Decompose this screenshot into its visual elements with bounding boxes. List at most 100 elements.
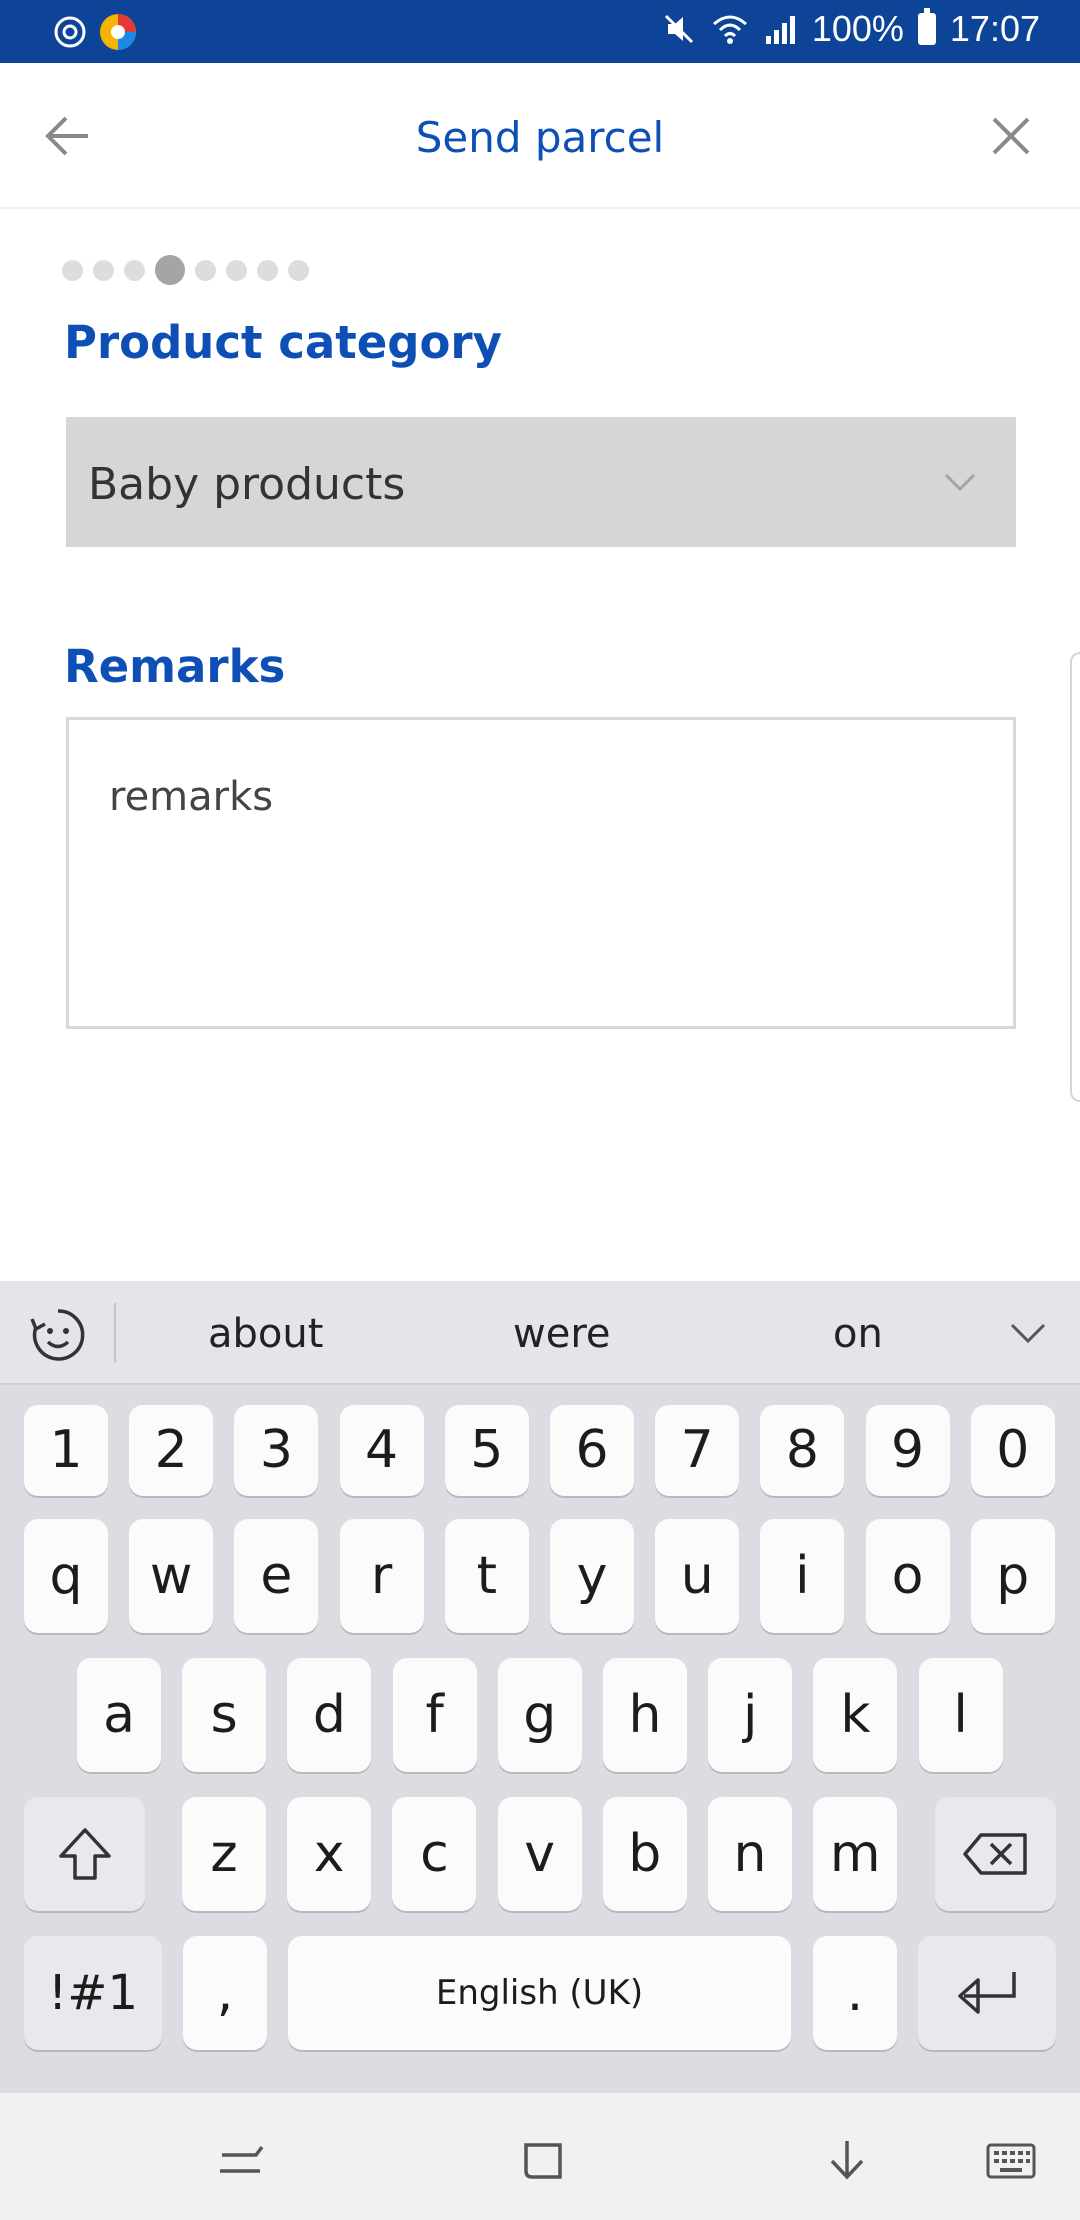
key-o[interactable]: o — [865, 1519, 950, 1633]
space-key[interactable]: English (UK) — [288, 1936, 791, 2050]
recent-apps-icon[interactable] — [216, 2135, 266, 2185]
space-key-label: English (UK) — [435, 1973, 644, 2013]
step-dot — [93, 259, 114, 281]
category-label: Product category — [64, 316, 502, 369]
key-b-label: b — [628, 1824, 662, 1884]
key-4-label: 4 — [365, 1420, 399, 1480]
step-dot — [226, 259, 247, 281]
key-2-label: 2 — [154, 1420, 188, 1480]
step-dot — [288, 259, 309, 281]
key-d[interactable]: d — [287, 1658, 372, 1772]
key-p-label: p — [996, 1546, 1030, 1606]
suggestion-2[interactable]: were — [513, 1311, 611, 1357]
suggestion-bar: about were on — [0, 1281, 1080, 1385]
remarks-field[interactable]: remarks — [66, 717, 1016, 1029]
key-5-label: 5 — [470, 1420, 504, 1480]
edge-panel-handle[interactable] — [1070, 652, 1080, 1102]
step-progress — [62, 255, 309, 285]
period-key[interactable]: . — [813, 1936, 897, 2050]
key-n[interactable]: n — [708, 1797, 792, 1911]
comma-key[interactable]: , — [183, 1936, 267, 2050]
status-right: 100% 17:07 — [662, 8, 1040, 50]
key-4[interactable]: 4 — [339, 1405, 424, 1496]
key-7[interactable]: 7 — [655, 1405, 740, 1496]
key-x[interactable]: x — [287, 1797, 372, 1911]
suggestion-divider — [114, 1303, 116, 1363]
enter-key[interactable] — [918, 1936, 1056, 2050]
key-h[interactable]: h — [603, 1658, 687, 1772]
signal-icon — [765, 16, 795, 44]
key-a[interactable]: a — [77, 1658, 161, 1772]
status-bar: 100% 17:07 — [0, 0, 1080, 63]
key-b[interactable]: b — [602, 1797, 687, 1911]
category-select[interactable]: Baby products — [66, 417, 1016, 547]
key-r[interactable]: r — [339, 1519, 424, 1633]
system-nav-bar — [0, 2093, 1080, 2220]
key-m-label: m — [829, 1824, 881, 1884]
mute-icon — [664, 14, 693, 44]
keyboard: about were on 1 2 3 4 5 6 7 8 9 0 q w e r t y u i o p a s d f g h… — [0, 1281, 1080, 2093]
chevron-down-icon[interactable] — [1006, 1311, 1050, 1355]
emoji-icon[interactable] — [28, 1305, 88, 1365]
suggestion-1[interactable]: about — [208, 1311, 323, 1357]
shift-icon — [58, 1828, 111, 1880]
key-q[interactable]: q — [24, 1519, 108, 1633]
key-x-label: x — [313, 1824, 345, 1884]
remarks-label: Remarks — [64, 640, 286, 693]
step-dot — [124, 259, 145, 281]
key-2[interactable]: 2 — [129, 1405, 214, 1496]
key-1[interactable]: 1 — [24, 1405, 108, 1496]
key-0[interactable]: 0 — [970, 1405, 1055, 1496]
key-t[interactable]: t — [444, 1519, 529, 1633]
step-dot-active — [155, 255, 185, 285]
key-m[interactable]: m — [813, 1797, 898, 1911]
hide-keyboard-icon[interactable] — [822, 2135, 872, 2185]
key-c-label: c — [420, 1824, 449, 1884]
key-l[interactable]: l — [918, 1658, 1003, 1772]
key-g-label: g — [523, 1685, 557, 1745]
key-v[interactable]: v — [497, 1797, 582, 1911]
keyboard-switch-icon[interactable] — [986, 2135, 1036, 2185]
chevron-down-icon — [944, 473, 976, 492]
key-i[interactable]: i — [760, 1519, 845, 1633]
key-e[interactable]: e — [234, 1519, 319, 1633]
battery-icon — [917, 8, 936, 45]
key-k-label: k — [840, 1685, 871, 1745]
key-i-label: i — [795, 1546, 810, 1606]
key-k[interactable]: k — [813, 1658, 898, 1772]
key-y[interactable]: y — [550, 1519, 634, 1633]
shift-key[interactable] — [24, 1797, 145, 1911]
key-9[interactable]: 9 — [865, 1405, 950, 1496]
key-y-label: y — [576, 1546, 608, 1606]
key-c[interactable]: c — [392, 1797, 477, 1911]
key-s[interactable]: s — [182, 1658, 267, 1772]
key-9-label: 9 — [891, 1420, 925, 1480]
key-j-label: j — [742, 1685, 758, 1745]
key-3[interactable]: 3 — [234, 1405, 319, 1496]
key-7-label: 7 — [680, 1420, 714, 1480]
key-o-label: o — [891, 1546, 924, 1606]
key-j[interactable]: j — [708, 1658, 793, 1772]
close-icon[interactable] — [986, 111, 1036, 161]
backspace-key[interactable] — [935, 1797, 1056, 1911]
key-1-label: 1 — [49, 1420, 83, 1480]
key-g[interactable]: g — [497, 1658, 582, 1772]
key-8[interactable]: 8 — [760, 1405, 845, 1496]
key-6[interactable]: 6 — [550, 1405, 634, 1496]
suggestion-3[interactable]: on — [833, 1311, 883, 1357]
key-w[interactable]: w — [129, 1519, 214, 1633]
key-u-label: u — [680, 1546, 714, 1606]
key-3-label: 3 — [259, 1420, 293, 1480]
key-u[interactable]: u — [655, 1519, 740, 1633]
home-icon[interactable] — [518, 2135, 568, 2185]
key-l-label: l — [953, 1685, 968, 1745]
key-f[interactable]: f — [392, 1658, 477, 1772]
key-e-label: e — [260, 1546, 293, 1606]
battery-percent: 100% — [811, 8, 904, 49]
key-5[interactable]: 5 — [444, 1405, 529, 1496]
symbols-key[interactable]: !#1 — [24, 1936, 162, 2050]
key-z[interactable]: z — [182, 1797, 266, 1911]
key-p[interactable]: p — [970, 1519, 1055, 1633]
key-6-label: 6 — [575, 1420, 609, 1480]
category-value: Baby products — [88, 459, 406, 510]
